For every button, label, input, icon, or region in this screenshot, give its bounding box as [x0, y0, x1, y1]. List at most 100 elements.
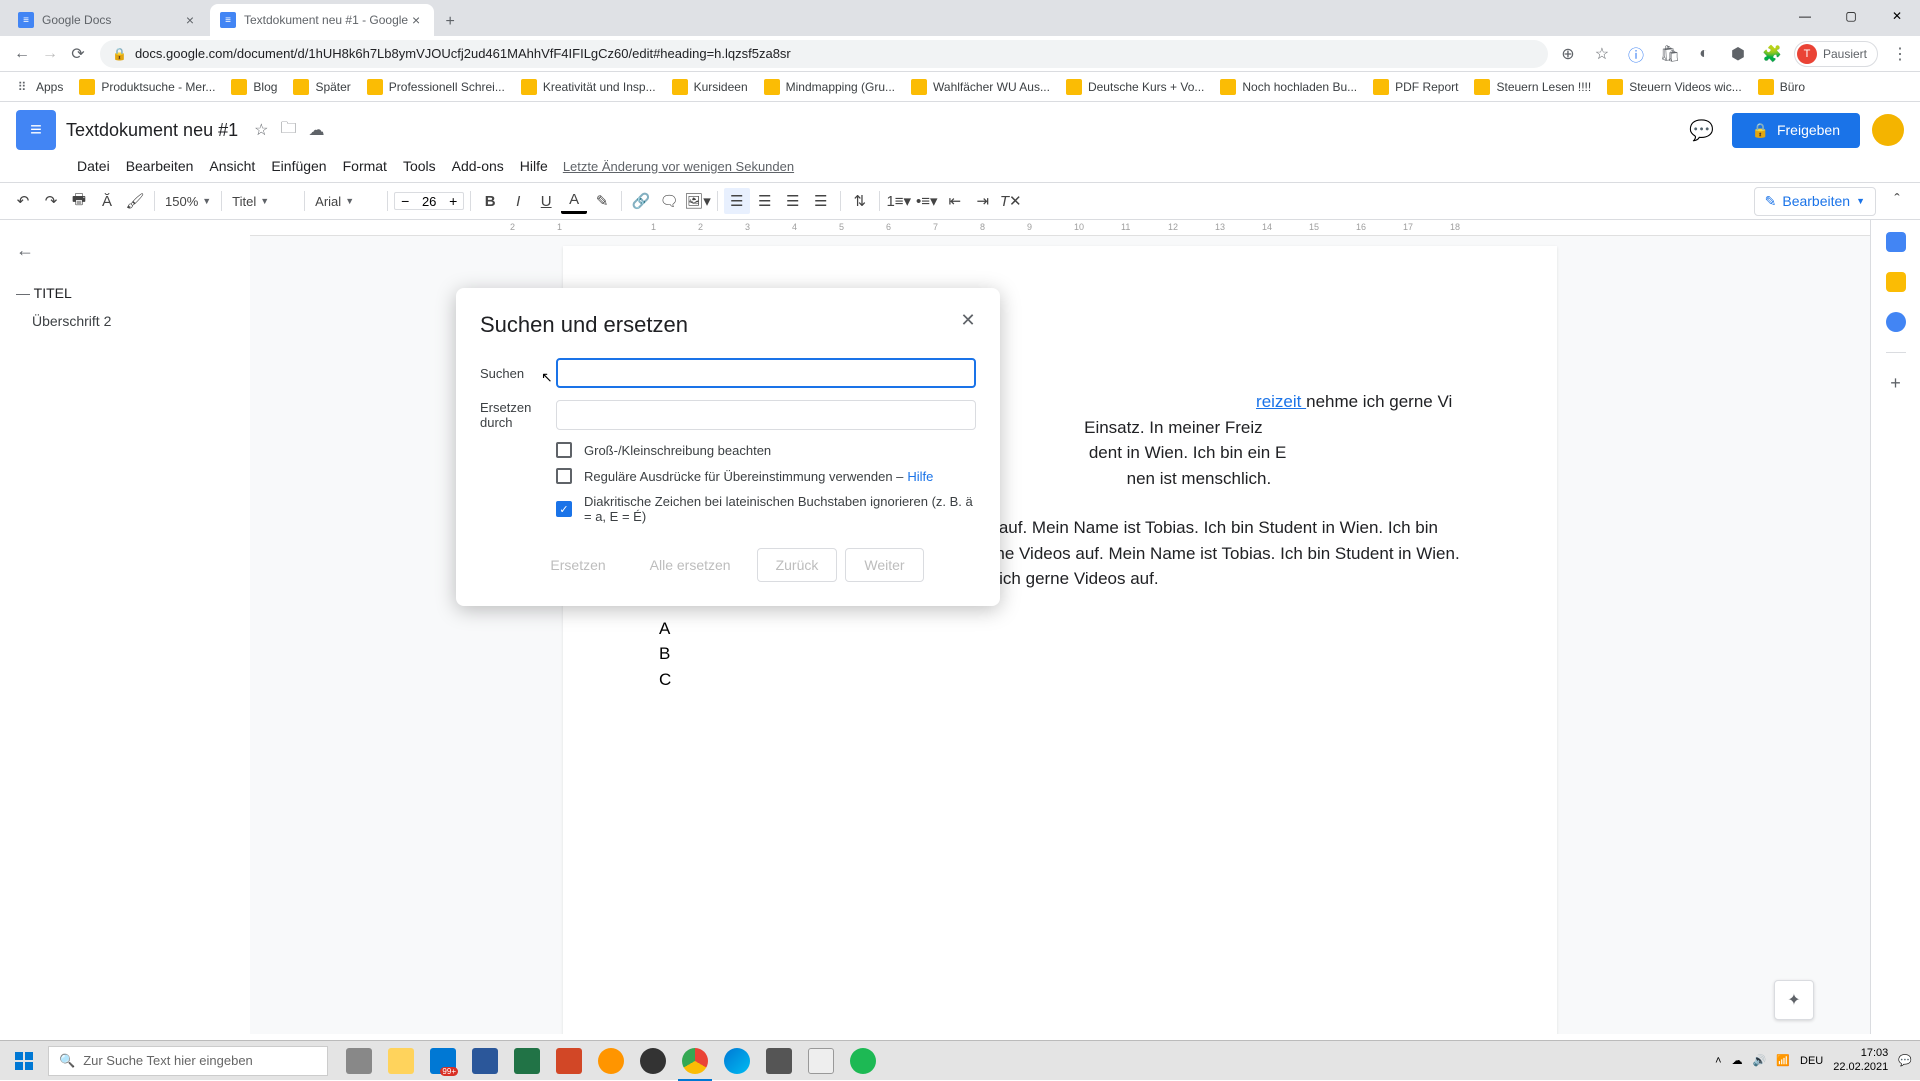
clear-format-button[interactable]: T✕ [998, 188, 1024, 214]
maximize-button[interactable]: ▢ [1828, 0, 1874, 32]
spellcheck-button[interactable]: Ă [94, 188, 120, 214]
share-button[interactable]: 🔒 Freigeben [1732, 113, 1860, 148]
comment-button[interactable]: 🗨 [656, 188, 682, 214]
italic-button[interactable]: I [505, 188, 531, 214]
add-addon-button[interactable]: + [1886, 373, 1906, 393]
forward-button[interactable]: → [36, 40, 64, 68]
onedrive-icon[interactable]: ☁ [1732, 1054, 1743, 1067]
list-item[interactable]: B [659, 641, 1461, 667]
notifications-icon[interactable]: 💬 [1898, 1054, 1912, 1067]
link-button[interactable]: 🔗 [628, 188, 654, 214]
regex-row[interactable]: Reguläre Ausdrücke für Übereinstimmung v… [556, 468, 976, 484]
url-input[interactable]: 🔒 docs.google.com/document/d/1hUH8k6h7Lb… [100, 40, 1548, 68]
dialog-close-button[interactable]: ✕ [952, 304, 984, 336]
extension-icon[interactable]: ⬢ [1726, 42, 1750, 66]
clock[interactable]: 17:03 22.02.2021 [1833, 1047, 1888, 1073]
bookmark-item[interactable]: Noch hochladen Bu... [1214, 75, 1363, 99]
collapse-toolbar-button[interactable]: ˆ [1884, 188, 1910, 214]
bookmark-item[interactable]: Kursideen [666, 75, 754, 99]
replace-input[interactable] [556, 400, 976, 430]
outline-item[interactable]: TITEL [16, 279, 234, 307]
menu-item[interactable]: Format [336, 154, 394, 178]
wifi-icon[interactable]: 📶 [1776, 1054, 1790, 1067]
doc-title[interactable]: Textdokument neu #1 [66, 120, 238, 140]
user-avatar[interactable] [1872, 114, 1904, 146]
bookmark-item[interactable]: ⠿Apps [8, 75, 69, 99]
cloud-icon[interactable]: ☁ [308, 120, 324, 140]
word-button[interactable] [464, 1041, 506, 1081]
bookmark-item[interactable]: Mindmapping (Gru... [758, 75, 901, 99]
tray-chevron-icon[interactable]: ˄ [1715, 1055, 1721, 1067]
bulleted-list-button[interactable]: •≡▾ [914, 188, 940, 214]
bookmark-item[interactable]: Büro [1752, 75, 1811, 99]
zoom-icon[interactable]: ⊕ [1556, 42, 1580, 66]
align-left-button[interactable]: ☰ [724, 188, 750, 214]
image-button[interactable]: 🖼▾ [684, 188, 711, 214]
bookmark-item[interactable]: Steuern Lesen !!!! [1468, 75, 1597, 99]
star-icon[interactable]: ☆ [254, 120, 268, 140]
outline-back-button[interactable]: ← [16, 240, 234, 261]
edit-mode-button[interactable]: ✎ Bearbeiten ▼ [1754, 187, 1876, 216]
powerpoint-button[interactable] [548, 1041, 590, 1081]
menu-item[interactable]: Add-ons [445, 154, 511, 178]
redo-button[interactable]: ↷ [38, 188, 64, 214]
edge-button[interactable]: 99+ [422, 1041, 464, 1081]
align-right-button[interactable]: ☰ [780, 188, 806, 214]
tasks-icon[interactable] [1886, 312, 1906, 332]
edge-new-button[interactable] [716, 1041, 758, 1081]
close-icon[interactable]: × [182, 12, 198, 28]
list-item[interactable]: C [659, 667, 1461, 693]
help-link[interactable]: Hilfe [907, 469, 933, 484]
font-size-value[interactable]: 26 [415, 194, 443, 209]
last-edit-link[interactable]: Letzte Änderung vor wenigen Sekunden [563, 159, 794, 174]
task-view-button[interactable] [338, 1041, 380, 1081]
bookmark-item[interactable]: Steuern Videos wic... [1601, 75, 1748, 99]
replace-all-button[interactable]: Alle ersetzen [632, 548, 749, 582]
explorer-button[interactable] [380, 1041, 422, 1081]
bookmark-item[interactable]: Später [287, 75, 356, 99]
checkbox-checked[interactable]: ✓ [556, 501, 572, 517]
undo-button[interactable]: ↶ [10, 188, 36, 214]
decrease-indent-button[interactable]: ⇤ [942, 188, 968, 214]
docs-logo-icon[interactable]: ≡ [16, 110, 56, 150]
next-button[interactable]: Weiter [845, 548, 923, 582]
highlight-button[interactable]: ✎ [589, 188, 615, 214]
explore-button[interactable]: ✦ [1774, 980, 1814, 1020]
calendar-icon[interactable] [1886, 232, 1906, 252]
bookmark-item[interactable]: PDF Report [1367, 75, 1464, 99]
document-link[interactable]: reizeit [1256, 392, 1306, 411]
replace-button[interactable]: Ersetzen [532, 548, 623, 582]
back-button[interactable]: ← [8, 40, 36, 68]
align-justify-button[interactable]: ☰ [808, 188, 834, 214]
reload-button[interactable]: ⟳ [64, 40, 92, 68]
bookmark-item[interactable]: Wahlfächer WU Aus... [905, 75, 1056, 99]
close-icon[interactable]: × [408, 12, 424, 28]
close-window-button[interactable]: ✕ [1874, 0, 1920, 32]
checkbox[interactable] [556, 442, 572, 458]
notepad-button[interactable] [800, 1041, 842, 1081]
menu-icon[interactable]: ⋮ [1888, 42, 1912, 66]
browser-tab[interactable]: ≡ Google Docs × [8, 4, 208, 36]
bookmark-item[interactable]: Produktsuche - Mer... [73, 75, 221, 99]
align-center-button[interactable]: ☰ [752, 188, 778, 214]
language-indicator[interactable]: DEU [1800, 1055, 1823, 1067]
zoom-select[interactable]: 150%▼ [161, 189, 215, 213]
obs-button[interactable] [632, 1041, 674, 1081]
extension-icon[interactable]: ⓘ [1624, 42, 1648, 66]
move-icon[interactable]: 🗀 [280, 117, 296, 144]
outline-item[interactable]: Überschrift 2 [16, 307, 234, 335]
menu-item[interactable]: Tools [396, 154, 443, 178]
list-item[interactable]: A [659, 616, 1461, 642]
search-input[interactable] [556, 358, 976, 388]
checkbox[interactable] [556, 468, 572, 484]
bookmark-item[interactable]: Deutsche Kurs + Vo... [1060, 75, 1210, 99]
increase-font-button[interactable]: + [443, 193, 463, 209]
chrome-button[interactable] [674, 1041, 716, 1081]
bold-button[interactable]: B [477, 188, 503, 214]
new-tab-button[interactable]: + [436, 8, 464, 36]
text-color-button[interactable]: A [561, 188, 587, 214]
numbered-list-button[interactable]: 1≡▾ [886, 188, 912, 214]
menu-item[interactable]: Einfügen [264, 154, 333, 178]
diacritic-row[interactable]: ✓ Diakritische Zeichen bei lateinischen … [556, 494, 976, 524]
prev-button[interactable]: Zurück [757, 548, 838, 582]
